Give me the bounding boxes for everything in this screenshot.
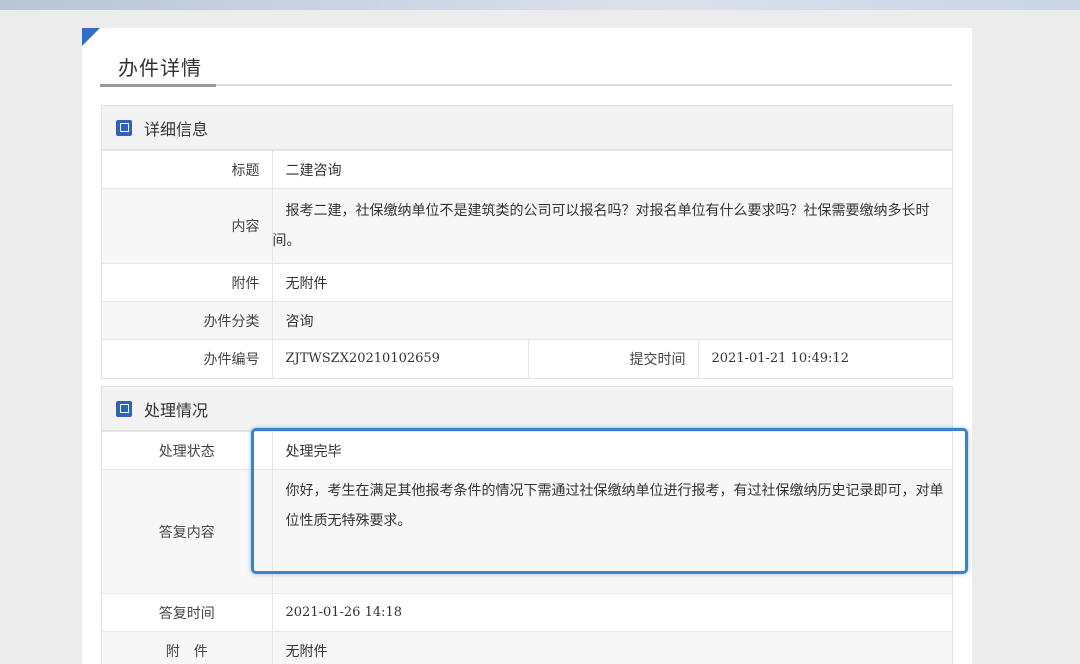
number-row: 办件编号 ZJTWSZX20210102659 提交时间 2021-01-21 … [102,339,952,378]
category-value: 咨询 [272,301,952,340]
title-divider [100,84,952,86]
document-icon [116,119,132,136]
title-value: 二建咨询 [272,150,952,189]
page-title: 办件详情 [118,56,202,80]
reply-time-value: 2021-01-26 14:18 [272,593,952,632]
detail-info-section: 详细信息 标题 二建咨询 内容 报考二建，社保缴纳单位不是建筑类的公司可以报名吗… [101,105,953,379]
title-row: 标题 二建咨询 [102,150,952,189]
category-row: 办件分类 咨询 [102,301,952,340]
detail-info-heading: 详细信息 [144,119,209,139]
detail-info-header: 详细信息 [102,106,952,150]
reply-time-label: 答复时间 [102,593,273,632]
submit-time-label: 提交时间 [528,339,699,378]
processing-attachment-row: 附 件 无附件 [102,631,952,664]
title-underline [100,84,216,87]
title-label: 标题 [102,150,273,189]
attachment-label: 附件 [102,263,273,302]
highlight-box [251,428,968,574]
reply-time-row: 答复时间 2021-01-26 14:18 [102,593,952,632]
content-label: 内容 [102,188,273,264]
processing-header: 处理情况 [102,387,952,431]
browser-top-bar [0,0,1080,10]
processing-heading: 处理情况 [144,400,209,420]
reply-label: 答复内容 [102,469,273,594]
corner-marker [82,28,100,46]
status-label: 处理状态 [102,431,273,470]
content-value: 报考二建，社保缴纳单位不是建筑类的公司可以报名吗？对报名单位有什么要求吗？社保需… [272,188,952,264]
detail-info-table: 标题 二建咨询 内容 报考二建，社保缴纳单位不是建筑类的公司可以报名吗？对报名单… [102,150,952,378]
processing-attachment-label: 附 件 [102,631,273,664]
number-label: 办件编号 [102,339,273,378]
number-value: ZJTWSZX20210102659 [272,339,529,378]
category-label: 办件分类 [102,301,273,340]
content-row: 内容 报考二建，社保缴纳单位不是建筑类的公司可以报名吗？对报名单位有什么要求吗？… [102,188,952,264]
submit-time-value: 2021-01-21 10:49:12 [698,339,952,378]
processing-attachment-value: 无附件 [272,631,952,664]
attachment-row: 附件 无附件 [102,263,952,302]
attachment-value: 无附件 [272,263,952,302]
chat-icon [116,400,132,417]
